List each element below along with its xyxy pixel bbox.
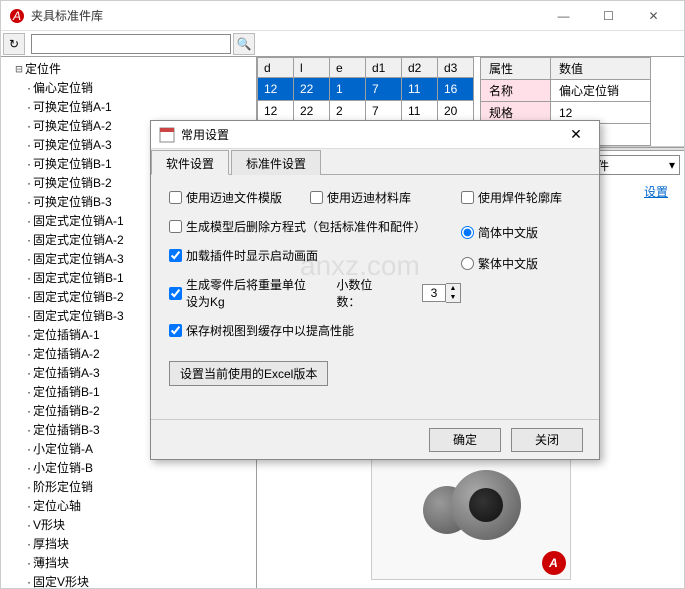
spin-down-icon[interactable]: ▼ — [446, 293, 460, 302]
radio-simplified[interactable]: 简体中文版 — [461, 224, 581, 241]
check-weight-kg[interactable]: 生成零件后将重量单位设为Kg — [169, 276, 308, 310]
tree-root[interactable]: ⊟ 定位件 — [1, 59, 256, 78]
dialog-icon — [159, 127, 175, 143]
tab-standard[interactable]: 标准件设置 — [231, 150, 321, 175]
prop-row[interactable]: 名称偏心定位销 — [481, 80, 651, 102]
search-button[interactable]: 🔍 — [233, 33, 255, 55]
check-cache-tree[interactable]: 保存树视图到缓存中以提高性能 — [169, 322, 354, 339]
refresh-icon: ↻ — [9, 37, 19, 51]
col-header[interactable]: d2 — [402, 58, 438, 78]
app-icon: A — [9, 8, 25, 24]
tree-item[interactable]: V形块 — [27, 515, 256, 534]
search-input[interactable] — [31, 34, 231, 54]
cancel-button[interactable]: 关闭 — [511, 428, 583, 452]
ok-button[interactable]: 确定 — [429, 428, 501, 452]
decimals-label: 小数位数： — [336, 276, 384, 310]
radio-traditional[interactable]: 繁体中文版 — [461, 255, 581, 272]
dialog-close-button[interactable]: ✕ — [561, 126, 591, 143]
tree-item[interactable]: 可换定位销A-1 — [27, 97, 256, 116]
col-header[interactable]: d3 — [438, 58, 474, 78]
tree-item[interactable]: 阶形定位销 — [27, 477, 256, 496]
dialog-title: 常用设置 — [181, 126, 561, 143]
check-splash[interactable]: 加载插件时显示启动画面 — [169, 247, 318, 264]
preview-image: A — [371, 440, 571, 580]
collapse-icon[interactable]: ⊟ — [13, 62, 25, 76]
check-weld-profile[interactable]: 使用焊件轮廓库 — [461, 189, 581, 206]
check-delete-eq[interactable]: 生成模型后删除方程式（包括标准件和配件） — [169, 218, 426, 235]
settings-dialog: 常用设置 ✕ 软件设置 标准件设置 使用迈迪文件模版 使用迈迪材料库 生成模型后… — [150, 120, 600, 460]
prop-header-val: 数值 — [551, 58, 651, 80]
table-row[interactable]: 1222171116 — [258, 78, 474, 101]
col-header[interactable]: l — [294, 58, 330, 78]
excel-version-button[interactable]: 设置当前使用的Excel版本 — [169, 361, 328, 386]
tree-item[interactable]: 厚挡块 — [27, 534, 256, 553]
logo-badge: A — [542, 551, 566, 575]
col-header[interactable]: e — [330, 58, 366, 78]
decimals-spinner[interactable]: ▲▼ — [422, 283, 461, 303]
spin-up-icon[interactable]: ▲ — [446, 284, 460, 293]
tree-item[interactable]: 小定位销-B — [27, 458, 256, 477]
titlebar: A 夹具标准件库 — ☐ ✕ — [1, 1, 684, 31]
tree-item[interactable]: 定位心轴 — [27, 496, 256, 515]
col-header[interactable]: d — [258, 58, 294, 78]
refresh-button[interactable]: ↻ — [3, 33, 25, 55]
toolbar: ↻ 🔍 — [1, 31, 684, 57]
minimize-button[interactable]: — — [541, 1, 586, 31]
close-button[interactable]: ✕ — [631, 1, 676, 31]
tree-item[interactable]: 薄挡块 — [27, 553, 256, 572]
tree-item[interactable]: 固定V形块 — [27, 572, 256, 588]
svg-text:A: A — [12, 9, 21, 23]
maximize-button[interactable]: ☐ — [586, 1, 631, 31]
tree-item[interactable]: 偏心定位销 — [27, 78, 256, 97]
window-title: 夹具标准件库 — [31, 7, 541, 24]
check-template[interactable]: 使用迈迪文件模版 — [169, 189, 282, 206]
chevron-down-icon: ▾ — [669, 158, 675, 172]
search-icon: 🔍 — [237, 37, 252, 51]
col-header[interactable]: d1 — [366, 58, 402, 78]
tab-software[interactable]: 软件设置 — [151, 150, 229, 175]
settings-link[interactable]: 设置 — [644, 185, 668, 199]
check-material[interactable]: 使用迈迪材料库 — [310, 189, 411, 206]
prop-header-key: 属性 — [481, 58, 551, 80]
